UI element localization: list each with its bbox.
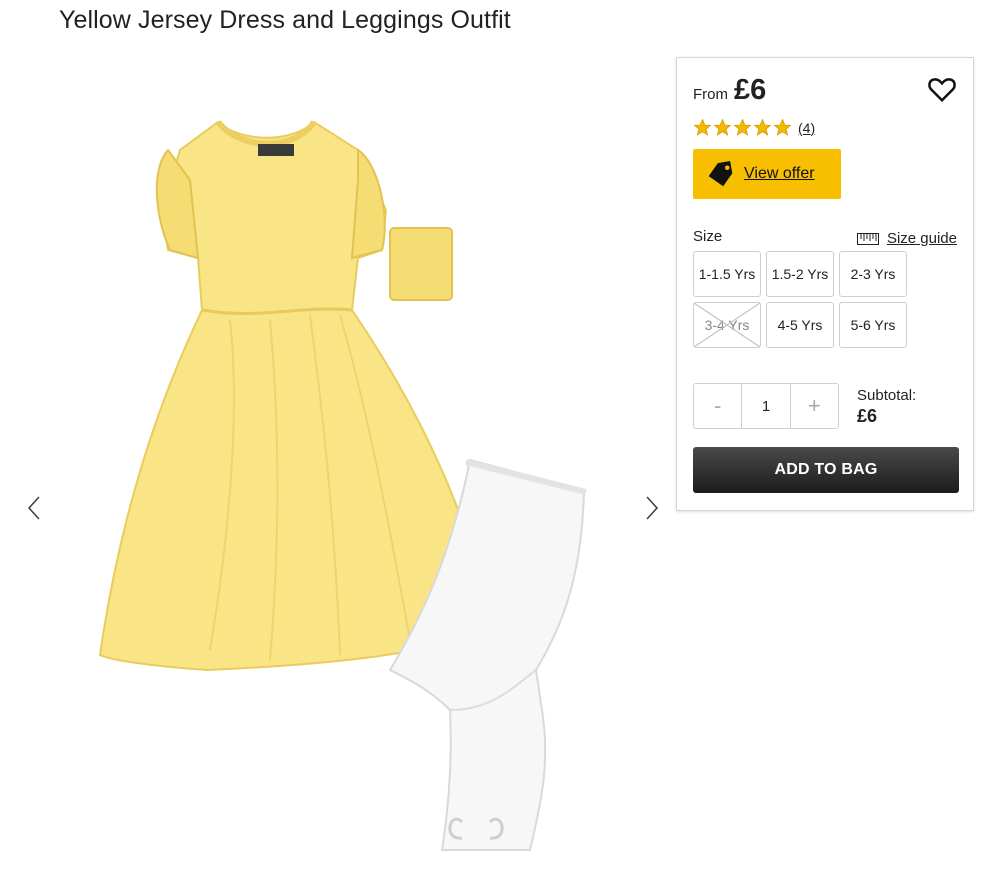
- gallery-prev-button[interactable]: [22, 491, 46, 525]
- chevron-left-icon: [27, 496, 40, 520]
- star-icon: [733, 118, 752, 136]
- size-option-label: 1-1.5 Yrs: [698, 266, 756, 282]
- view-offer-label: View offer: [744, 165, 815, 182]
- quantity-stepper: - 1 +: [693, 383, 839, 429]
- size-option-label: 2-3 Yrs: [850, 266, 896, 282]
- review-count-link[interactable]: (4): [798, 120, 815, 136]
- heart-icon: [928, 78, 956, 103]
- product-gallery: [0, 50, 680, 851]
- from-label: From: [693, 86, 728, 103]
- size-option[interactable]: 1.5-2 Yrs: [766, 251, 834, 297]
- quantity-increase-button[interactable]: +: [791, 384, 838, 428]
- product-title: Yellow Jersey Dress and Leggings Outfit: [59, 6, 511, 34]
- ruler-icon: [856, 232, 879, 245]
- size-option[interactable]: 5-6 Yrs: [839, 302, 907, 348]
- subtotal: Subtotal: £6: [857, 387, 916, 427]
- price-tag-icon: [708, 160, 733, 187]
- strikethrough-icon: [694, 303, 760, 347]
- view-offer-button[interactable]: View offer: [693, 149, 841, 199]
- size-option-label: 1.5-2 Yrs: [771, 266, 829, 282]
- product-image: [98, 120, 587, 851]
- price: £6: [734, 74, 767, 106]
- subtotal-label: Subtotal:: [857, 387, 917, 404]
- add-to-bag-button[interactable]: ADD TO BAG: [693, 447, 959, 493]
- size-guide-link[interactable]: Size guide: [856, 230, 957, 247]
- star-icon: [753, 118, 772, 136]
- size-options: 1-1.5 Yrs 1.5-2 Yrs 2-3 Yrs 3-4 Yrs 4-5 …: [693, 251, 933, 348]
- star-icon: [693, 118, 712, 136]
- size-option-label: 4-5 Yrs: [777, 317, 823, 333]
- size-guide-label: Size guide: [886, 230, 957, 247]
- quantity-decrease-button[interactable]: -: [694, 384, 741, 428]
- subtotal-value: £6: [857, 406, 878, 426]
- rating[interactable]: (4): [693, 118, 815, 137]
- size-option[interactable]: 4-5 Yrs: [766, 302, 834, 348]
- size-option-label: 5-6 Yrs: [850, 317, 896, 333]
- purchase-panel: From £6 (4) View offer Size Size guide 1…: [676, 57, 974, 511]
- star-icon: [773, 118, 792, 136]
- star-rating: [693, 118, 792, 137]
- quantity-input[interactable]: 1: [741, 384, 791, 428]
- star-icon: [713, 118, 732, 136]
- size-label: Size: [693, 228, 723, 245]
- size-option[interactable]: 1-1.5 Yrs: [693, 251, 761, 297]
- wishlist-button[interactable]: [927, 74, 957, 104]
- price-row: From £6: [693, 74, 766, 107]
- size-option[interactable]: 2-3 Yrs: [839, 251, 907, 297]
- size-option-unavailable[interactable]: 3-4 Yrs: [693, 302, 761, 348]
